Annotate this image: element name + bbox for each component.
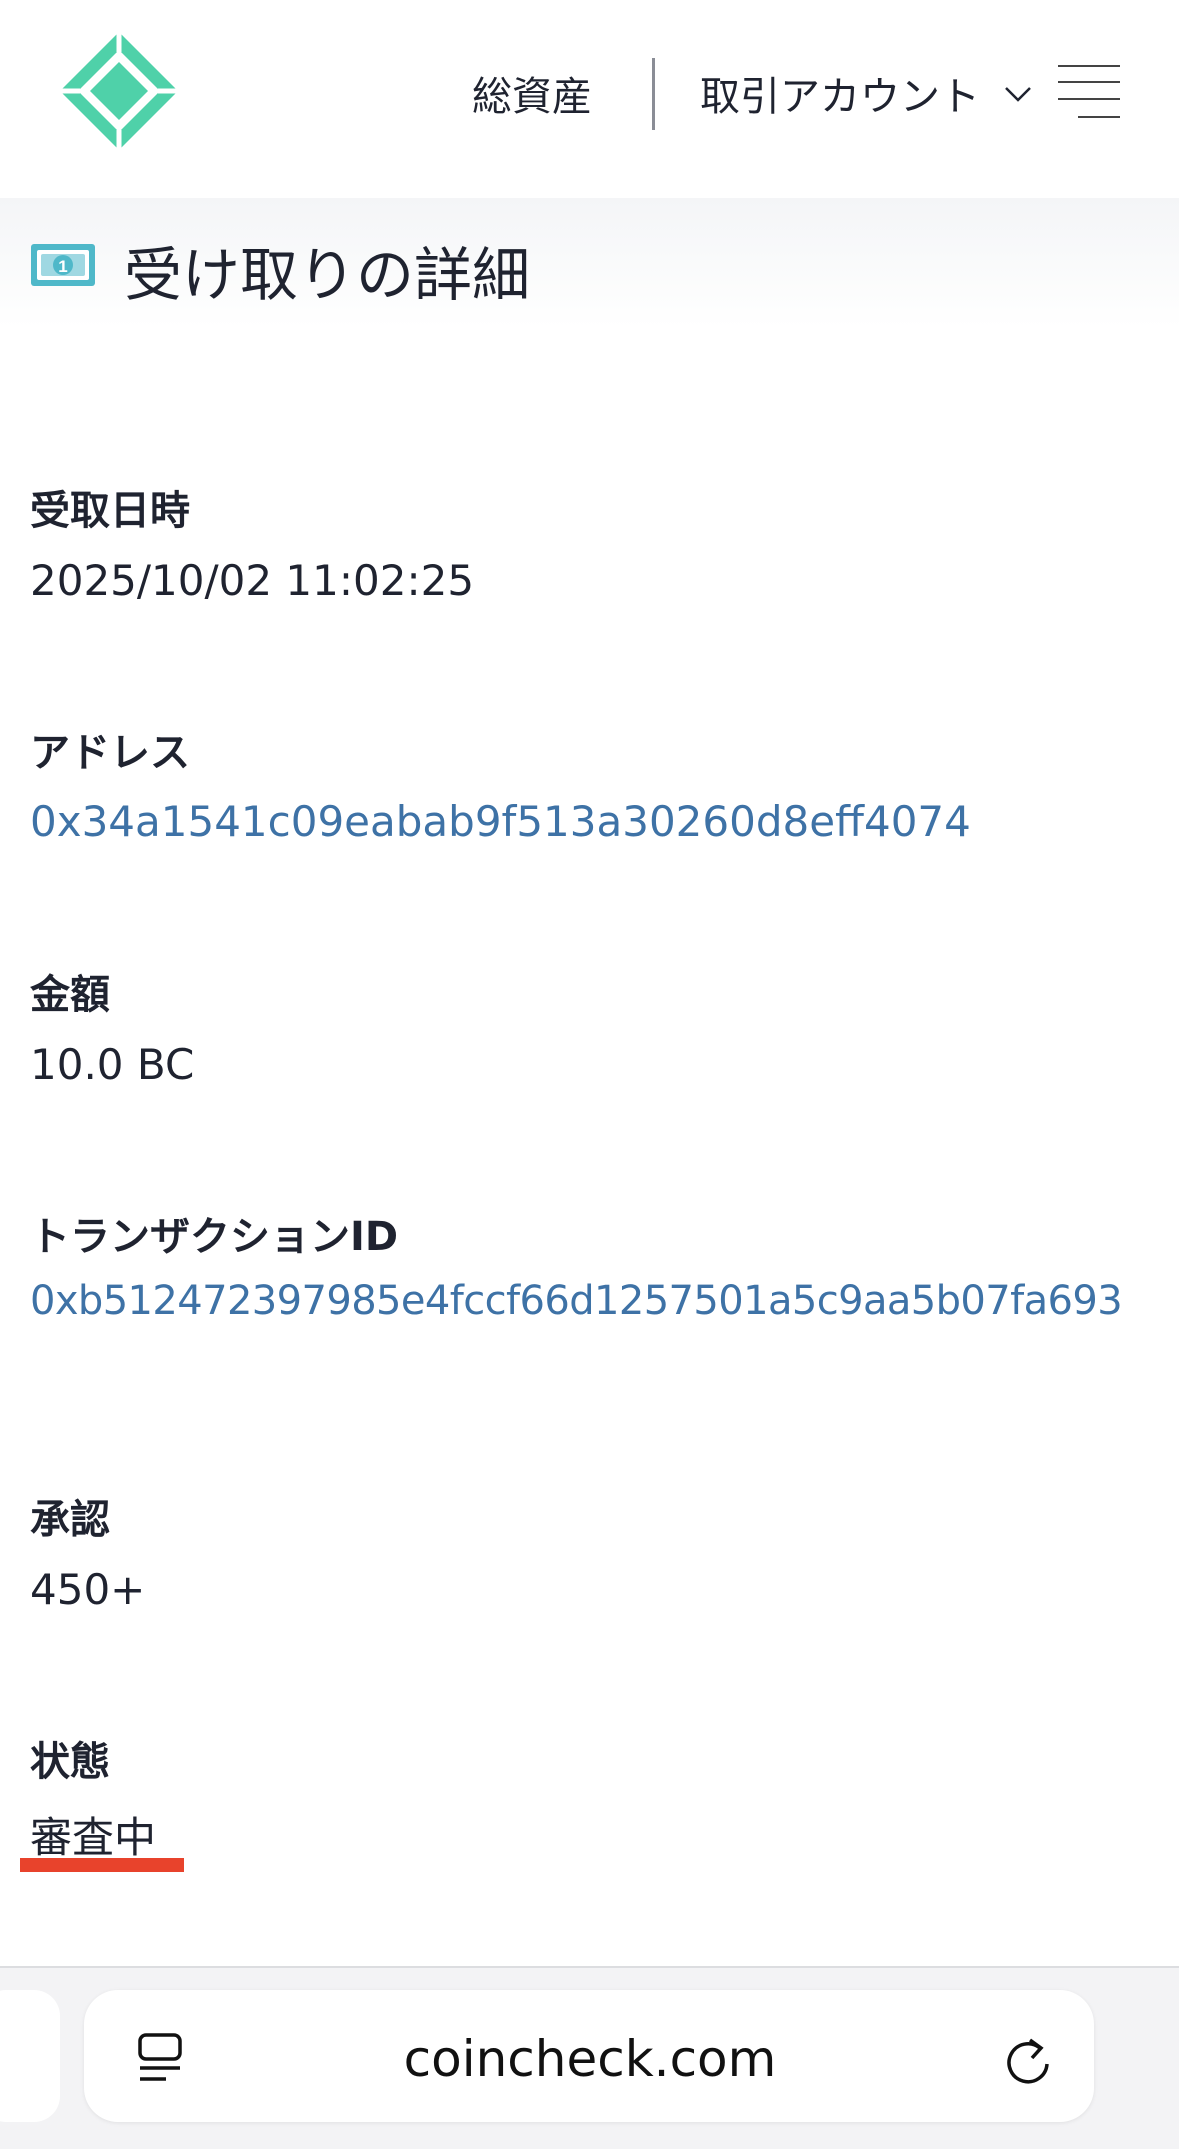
nav-divider [652, 58, 655, 130]
transaction-id-label: トランザクションID [30, 1214, 399, 1260]
nav-trading-account-label: 取引アカウント [700, 74, 980, 120]
confirmations-label: 承認 [30, 1497, 110, 1543]
status-value: 審査中 [30, 1813, 157, 1862]
coincheck-logo[interactable] [56, 28, 182, 154]
received-at-value: 2025/10/02 11:02:25 [30, 556, 475, 605]
confirmations-value: 450+ [30, 1565, 146, 1614]
status-label: 状態 [30, 1739, 110, 1785]
hamburger-menu-icon[interactable] [1058, 62, 1120, 122]
address-label: アドレス [30, 730, 190, 776]
top-header: 総資産 取引アカウント [0, 0, 1179, 198]
transaction-id-link[interactable]: 0xb512472397985e4fccf66d1257501a5c9aa5b0… [30, 1278, 1123, 1324]
url-text[interactable]: coincheck.com [300, 2030, 880, 2088]
nav-total-assets[interactable]: 総資産 [472, 64, 592, 122]
previous-tab-stub[interactable] [0, 1990, 60, 2122]
amount-label: 金額 [30, 972, 110, 1018]
chevron-down-icon [1005, 87, 1031, 102]
page-menu-icon[interactable] [136, 2032, 184, 2084]
banknote-icon: 1 [31, 244, 95, 286]
page-title: 受け取りの詳細 [124, 241, 531, 309]
status-highlight-underline [20, 1858, 184, 1872]
svg-text:1: 1 [58, 257, 67, 276]
address-link[interactable]: 0x34a1541c09eabab9f513a30260d8eff4074 [30, 797, 971, 846]
received-at-label: 受取日時 [30, 488, 190, 534]
reload-icon[interactable] [1004, 2034, 1052, 2086]
nav-trading-account[interactable]: 取引アカウント [700, 64, 1034, 122]
amount-value: 10.0 BC [30, 1040, 195, 1089]
